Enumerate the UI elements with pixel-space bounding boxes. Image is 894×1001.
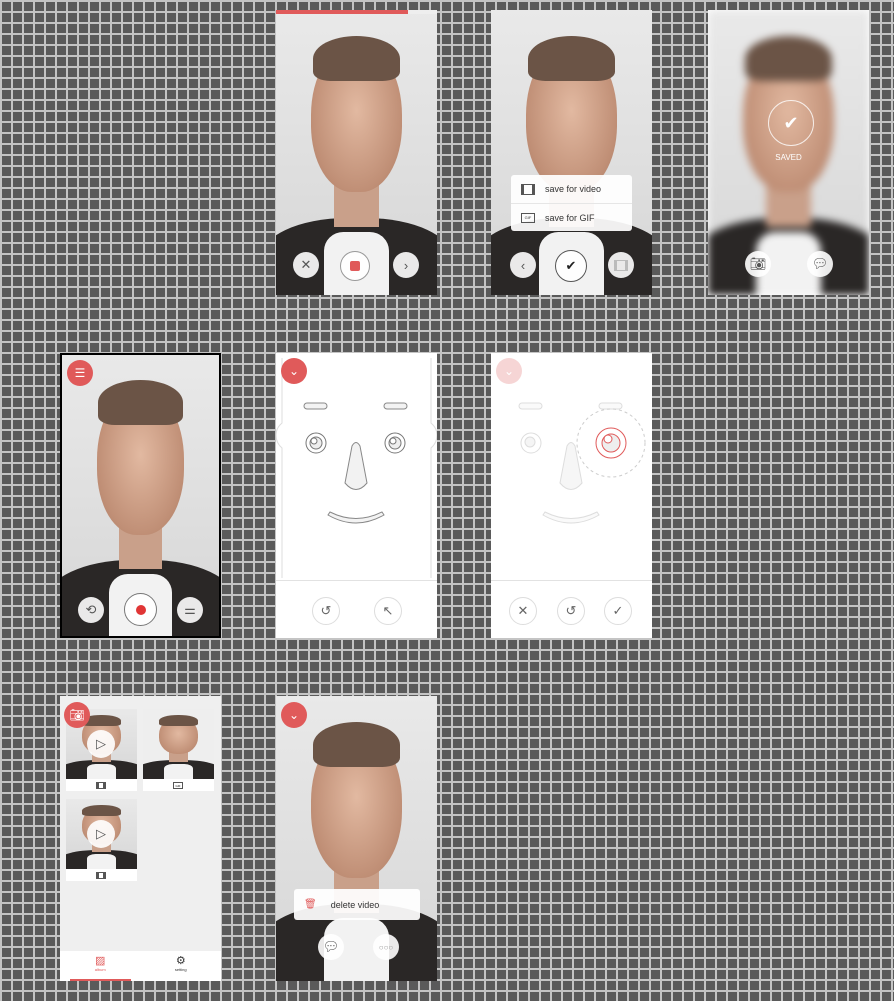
resize-arrow-button[interactable]: ↖ [374, 597, 402, 625]
hair [313, 35, 400, 82]
play-button[interactable]: ▷ [87, 820, 115, 848]
share-chat-button[interactable]: 💬︎ [807, 251, 833, 277]
shirt [87, 763, 116, 779]
record-button[interactable] [124, 593, 157, 626]
cancel-button[interactable]: ✕ [509, 597, 537, 625]
album-icon: ▨ [95, 955, 106, 967]
save-for-gif-item[interactable]: GIF save for GIF [511, 203, 632, 231]
collapse-button[interactable]: ⌄ [496, 358, 522, 384]
hair [745, 35, 832, 82]
menu-button[interactable]: ☰ [67, 360, 93, 386]
back-button[interactable]: ‹ [510, 252, 536, 278]
hair [159, 715, 198, 727]
face-editor-eye-screen: ⌄ ✕ ↺ ✓ [491, 353, 652, 638]
confirm-button[interactable]: ✔ [555, 250, 587, 282]
gif-icon: GIF [521, 212, 535, 223]
tab-setting[interactable]: ⚙ setting [151, 951, 212, 981]
editor-toolbar: ↺ ↖ [276, 580, 437, 638]
hair [82, 805, 121, 817]
close-button[interactable]: ✕ [293, 252, 319, 278]
editor-toolbar: ✕ ↺ ✓ [491, 580, 652, 638]
shirt [164, 763, 193, 779]
delete-menu: 🗑︎ delete video [294, 889, 420, 920]
more-button[interactable]: ○○○ [373, 934, 399, 960]
film-icon [96, 782, 106, 789]
film-icon [614, 259, 628, 271]
save-menu: save for video GIF save for GIF [511, 175, 632, 231]
face-photo [276, 696, 437, 981]
collapse-button[interactable]: ⌄ [281, 358, 307, 384]
album-screen: ▷ GIF ▷ 📷︎ ▨ album ⚙ setting [60, 696, 221, 981]
confirm-button[interactable]: ✓ [604, 597, 632, 625]
play-button[interactable]: ▷ [87, 730, 115, 758]
recording-progress-track [276, 10, 437, 14]
shirt [87, 853, 116, 869]
camera-button[interactable]: 📷︎ [64, 702, 90, 728]
gif-icon: GIF [173, 782, 183, 789]
tab-album[interactable]: ▨ album [70, 951, 131, 981]
album-item-video[interactable]: ▷ [66, 799, 137, 881]
camera-screen: ☰ ⟲ ⚌ [60, 353, 221, 638]
recording-progress-fill [276, 10, 409, 14]
delete-video-item[interactable]: 🗑︎ delete video [294, 889, 420, 920]
undo-button[interactable]: ↺ [312, 597, 340, 625]
thumbnail [143, 709, 214, 779]
gear-icon: ⚙ [175, 955, 186, 967]
film-icon [521, 183, 535, 195]
undo-button[interactable]: ↺ [557, 597, 585, 625]
share-chat-button[interactable]: 💬︎ [318, 934, 344, 960]
album-item-gif[interactable]: GIF [143, 709, 214, 791]
hair [98, 380, 183, 426]
stop-button[interactable] [340, 251, 370, 281]
recording-screen: ✕ › [276, 10, 437, 295]
collapse-button[interactable]: ⌄ [281, 702, 307, 728]
switch-camera-button[interactable]: ⟲ [78, 597, 104, 623]
camera-button[interactable]: 📷︎ [745, 251, 771, 277]
save-screen: save for video GIF save for GIF ‹ ✔ [491, 10, 652, 295]
save-format-button[interactable] [608, 252, 634, 278]
trash-icon: 🗑︎ [304, 899, 317, 910]
album-tab-bar: ▨ album ⚙ setting [60, 951, 221, 981]
settings-sliders-button[interactable]: ⚌ [177, 597, 203, 623]
hair [313, 721, 400, 768]
saved-screen: ✔ SAVED 📷︎ 💬︎ [708, 10, 869, 295]
next-button[interactable]: › [393, 252, 419, 278]
video-detail-screen: ⌄ 🗑︎ delete video 💬︎ ○○○ [276, 696, 437, 981]
saved-label: SAVED [775, 153, 802, 162]
record-icon [135, 604, 146, 615]
face-editor-screen: ⌄ ↺ ↖ [276, 353, 437, 638]
saved-check-icon: ✔ [768, 100, 814, 146]
save-for-video-item[interactable]: save for video [511, 175, 632, 203]
stop-icon [350, 261, 360, 271]
film-icon [96, 872, 106, 879]
hair [528, 35, 615, 82]
